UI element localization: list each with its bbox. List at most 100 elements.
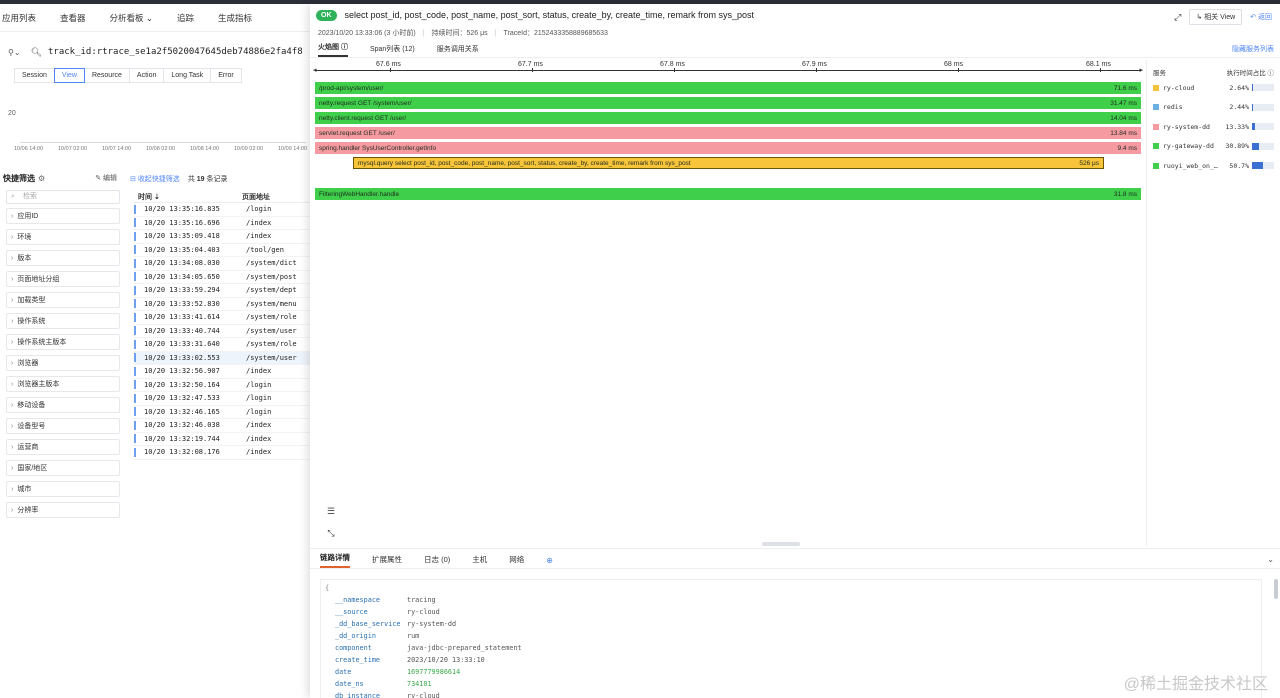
tab-host[interactable]: 主机 bbox=[472, 554, 487, 568]
nav-metrics[interactable]: 生成指标 bbox=[218, 12, 252, 24]
tab-service-map[interactable]: 服务调用关系 bbox=[437, 44, 479, 57]
facet-item[interactable]: › 浏览器 bbox=[6, 355, 120, 371]
table-row[interactable]: 10/20 13:35:09.418/index bbox=[134, 230, 310, 244]
nav-viewer[interactable]: 查看器 bbox=[60, 12, 86, 24]
tab-session[interactable]: Session bbox=[14, 68, 55, 83]
table-row[interactable]: 10/20 13:34:05.650/system/post bbox=[134, 271, 310, 284]
span-bar[interactable]: /prod-api/system/user/71.6 ms bbox=[315, 82, 1141, 94]
facet-item[interactable]: › 设备型号 bbox=[6, 418, 120, 434]
add-tab-icon[interactable]: ⊕ bbox=[546, 556, 553, 568]
tab-trace-detail[interactable]: 链路详情 bbox=[320, 552, 350, 568]
nav-tracing[interactable]: 追踪 bbox=[177, 12, 194, 24]
edit-button[interactable]: ✎ 编辑 bbox=[95, 173, 117, 183]
table-row[interactable]: 10/20 13:35:16.835/login bbox=[134, 203, 310, 217]
collapse-panel-icon[interactable]: ⌄ bbox=[1267, 555, 1274, 564]
table-row[interactable]: 10/20 13:32:19.744/index bbox=[134, 433, 310, 446]
collapse-quick-filter-link[interactable]: ⊟ 收起快捷筛选 bbox=[130, 174, 180, 184]
facet-item[interactable]: › 浏览器主版本 bbox=[6, 376, 120, 392]
list-icon[interactable]: ☰ bbox=[324, 506, 338, 520]
search-input[interactable]: track_id:rtrace_se1a2f5020047645deb74886… bbox=[48, 47, 303, 57]
nav-dashboards[interactable]: 分析看板 ⌄ bbox=[110, 12, 153, 24]
table-row[interactable]: 10/20 13:32:50.164/login bbox=[134, 379, 310, 392]
tab-extended-attributes[interactable]: 扩展属性 bbox=[372, 554, 402, 568]
nav-app-list[interactable]: 应用列表 bbox=[2, 12, 36, 24]
table-row[interactable]: 10/20 13:35:16.696/index bbox=[134, 217, 310, 230]
x-tick: 10/08 14:00 bbox=[190, 146, 220, 152]
attribute-row: date_ns 734101 bbox=[325, 678, 1261, 690]
span-bar[interactable]: FilteringWebHandler.handle 31.8 ms bbox=[315, 188, 1141, 200]
service-row[interactable]: ruoyi_web_on_… 50.7% bbox=[1147, 156, 1280, 176]
row-indicator bbox=[134, 393, 136, 403]
facet-item[interactable]: › 国家/地区 bbox=[6, 460, 120, 476]
service-row[interactable]: ry-system-dd 13.33% bbox=[1147, 117, 1280, 137]
table-row[interactable]: 10/20 13:33:40.744/system/user bbox=[134, 325, 310, 338]
row-indicator bbox=[134, 353, 136, 363]
service-row[interactable]: ry-cloud 2.64% bbox=[1147, 78, 1280, 98]
facet-item[interactable]: › 应用ID bbox=[6, 208, 120, 224]
table-row[interactable]: 10/20 13:33:02.553/system/user bbox=[134, 351, 310, 365]
facet-item[interactable]: › 环境 bbox=[6, 229, 120, 245]
table-row[interactable]: 10/20 13:32:56.907/index bbox=[134, 365, 310, 379]
facet-item[interactable]: › 分辨率 bbox=[6, 502, 120, 518]
chevron-right-icon: › bbox=[11, 317, 14, 325]
facet-item[interactable]: › 加载类型 bbox=[6, 292, 120, 308]
facet-item[interactable]: › 城市 bbox=[6, 481, 120, 497]
span-duration: 9.4 ms bbox=[1117, 144, 1137, 152]
span-title: select post_id, post_code, post_name, po… bbox=[344, 10, 755, 20]
table-row[interactable]: 10/20 13:32:08.176/index bbox=[134, 446, 310, 460]
tab-long-task[interactable]: Long Task bbox=[163, 68, 212, 83]
facet-label: 国家/地区 bbox=[17, 465, 48, 472]
gear-icon[interactable]: ⚙ bbox=[38, 174, 45, 183]
filter-icon[interactable]: ⚲⌄ bbox=[8, 48, 21, 57]
facet-label: 浏览器主版本 bbox=[17, 381, 60, 388]
col-page-header[interactable]: 页面地址 bbox=[242, 192, 270, 202]
tab-error[interactable]: Error bbox=[210, 68, 242, 83]
span-bar[interactable]: mysql.query select post_id, post_code, p… bbox=[353, 157, 1104, 169]
tab-network[interactable]: 网络 bbox=[509, 554, 524, 568]
service-row[interactable]: redis 2.44% bbox=[1147, 98, 1280, 118]
span-bar[interactable]: netty.client.request GET /user/14.04 ms bbox=[315, 112, 1141, 124]
tab-action[interactable]: Action bbox=[128, 68, 165, 83]
facet-item[interactable]: › 操作系统 bbox=[6, 313, 120, 329]
facet-search-input[interactable]: ⌕ 检索 bbox=[6, 190, 120, 204]
facet-item[interactable]: › 版本 bbox=[6, 250, 120, 266]
x-axis bbox=[20, 142, 306, 143]
table-row[interactable]: 10/20 13:32:46.038/index bbox=[134, 419, 310, 433]
tab-view[interactable]: View bbox=[53, 68, 85, 83]
resize-handle[interactable] bbox=[762, 542, 800, 546]
hide-service-list-link[interactable]: 隐藏服务列表 bbox=[1232, 44, 1274, 54]
tab-span-list[interactable]: Span列表 (12) bbox=[370, 44, 415, 57]
span-bar[interactable]: netty.request GET /system/user/31.47 ms bbox=[315, 97, 1141, 109]
tab-logs[interactable]: 日志 (0) bbox=[424, 554, 450, 568]
facet-item[interactable]: › 操作系统主版本 bbox=[6, 334, 120, 350]
service-percent: 30.89% bbox=[1225, 142, 1249, 151]
tab-flame-graph[interactable]: 火焰图 ⓘ bbox=[318, 42, 348, 57]
table-row[interactable]: 10/20 13:33:31.640/system/role bbox=[134, 338, 310, 352]
service-ratio-bar bbox=[1252, 123, 1274, 131]
facet-item[interactable]: › 页面地址分组 bbox=[6, 271, 120, 287]
table-row[interactable]: 10/20 13:35:04.403/tool/gen bbox=[134, 244, 310, 257]
table-row[interactable]: 10/20 13:33:41.614/system/role bbox=[134, 311, 310, 325]
compress-icon[interactable]: ⤡ bbox=[324, 528, 338, 542]
row-indicator bbox=[134, 299, 136, 309]
back-button[interactable]: ↶ 返回 bbox=[1250, 12, 1272, 22]
span-bar[interactable]: spring.handler SysUserController.getInfo… bbox=[315, 142, 1141, 154]
tab-resource[interactable]: Resource bbox=[83, 68, 130, 83]
col-time-header[interactable]: 时间 ⇣ bbox=[134, 192, 242, 202]
fullscreen-icon[interactable]: ⤢ bbox=[1174, 12, 1181, 23]
table-row[interactable]: 10/20 13:34:08.030/system/dict bbox=[134, 257, 310, 271]
table-row[interactable]: 10/20 13:32:47.533/login bbox=[134, 392, 310, 406]
scrollbar[interactable] bbox=[1274, 579, 1278, 599]
chevron-right-icon: › bbox=[11, 359, 14, 367]
table-row[interactable]: 10/20 13:32:46.165/login bbox=[134, 406, 310, 419]
table-row[interactable]: 10/20 13:33:59.294/system/dept bbox=[134, 284, 310, 298]
facet-item[interactable]: › 移动设备 bbox=[6, 397, 120, 413]
facet-label: 移动设备 bbox=[17, 402, 46, 409]
table-row[interactable]: 10/20 13:33:52.830/system/menu bbox=[134, 298, 310, 311]
facet-item[interactable]: › 运营商 bbox=[6, 439, 120, 455]
related-view-button[interactable]: ↳ 相关 View bbox=[1189, 9, 1243, 25]
service-row[interactable]: ry-gateway-dd 30.89% bbox=[1147, 137, 1280, 157]
y-tick: 20 bbox=[8, 110, 16, 117]
span-bar[interactable]: servlet.request GET /user/13.84 ms bbox=[315, 127, 1141, 139]
trace-id[interactable]: TraceId：2152433358889685633 bbox=[504, 28, 608, 38]
